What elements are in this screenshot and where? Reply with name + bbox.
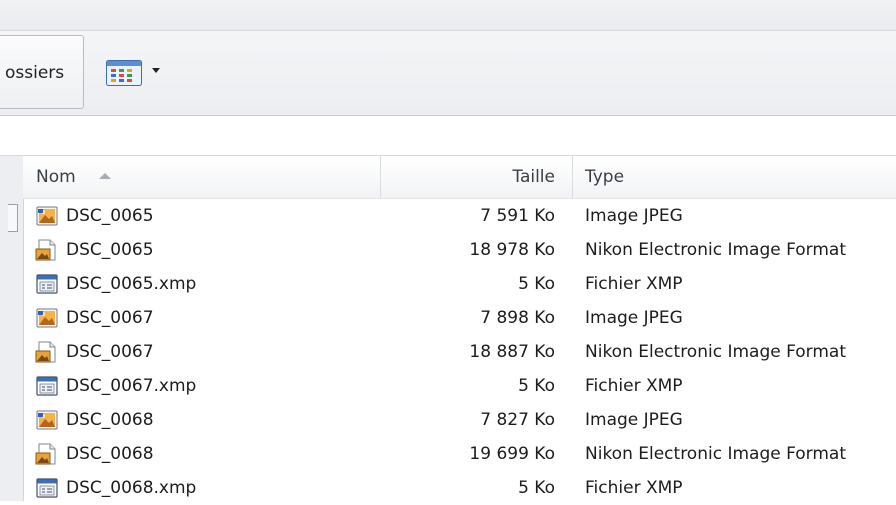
column-header-size-label: Taille bbox=[512, 167, 555, 187]
scroll-handle[interactable] bbox=[8, 204, 18, 232]
file-type: Fichier XMP bbox=[585, 274, 683, 294]
file-rows: DSC_0065 7 591 Ko Image JPEG DSC_0065 18 978… bbox=[23, 199, 896, 505]
column-header-type[interactable]: Type bbox=[585, 156, 624, 198]
file-name: DSC_0067 bbox=[66, 342, 154, 362]
toolbar: ossiers bbox=[0, 30, 896, 116]
xmp-file-icon bbox=[35, 272, 59, 296]
file-name: DSC_0065.xmp bbox=[66, 274, 197, 294]
column-header-type-label: Type bbox=[585, 167, 625, 187]
column-header-name-label: Nom bbox=[36, 167, 76, 187]
chevron-down-icon[interactable] bbox=[152, 68, 160, 73]
views-grid-icon bbox=[106, 60, 142, 86]
nef-file-icon bbox=[35, 340, 59, 364]
file-name: DSC_0067.xmp bbox=[66, 376, 197, 396]
file-type: Image JPEG bbox=[585, 308, 683, 328]
column-header-row: Nom Taille Type bbox=[23, 156, 896, 199]
nef-file-icon bbox=[35, 238, 59, 262]
file-name: DSC_0065 bbox=[66, 240, 154, 260]
column-header-name[interactable]: Nom bbox=[36, 156, 76, 198]
file-size: 19 699 Ko bbox=[469, 444, 555, 464]
change-view-button[interactable] bbox=[96, 42, 174, 98]
file-size: 7 898 Ko bbox=[480, 308, 555, 328]
file-size: 5 Ko bbox=[518, 376, 555, 396]
file-type: Nikon Electronic Image Format bbox=[585, 342, 847, 362]
jpeg-file-icon bbox=[35, 408, 59, 432]
file-size: 7 827 Ko bbox=[480, 410, 555, 430]
file-size: 7 591 Ko bbox=[480, 206, 555, 226]
file-name: DSC_0065 bbox=[66, 206, 154, 226]
file-row[interactable]: DSC_0065 7 591 Ko Image JPEG bbox=[23, 199, 896, 233]
file-size: 18 887 Ko bbox=[469, 342, 555, 362]
jpeg-file-icon bbox=[35, 306, 59, 330]
file-type: Nikon Electronic Image Format bbox=[585, 240, 847, 260]
file-name: DSC_0068 bbox=[66, 444, 154, 464]
file-row[interactable]: DSC_0067 18 887 Ko Nikon Electronic Image … bbox=[23, 335, 896, 369]
window-top-strip bbox=[0, 0, 896, 30]
file-type: Image JPEG bbox=[585, 206, 683, 226]
file-type: Image JPEG bbox=[585, 410, 683, 430]
file-row[interactable]: DSC_0065 18 978 Ko Nikon Electronic Image … bbox=[23, 233, 896, 267]
file-size: 5 Ko bbox=[518, 274, 555, 294]
file-name: DSC_0068 bbox=[66, 410, 154, 430]
file-size: 18 978 Ko bbox=[469, 240, 555, 260]
sort-ascending-icon bbox=[99, 173, 111, 179]
folders-button[interactable]: ossiers bbox=[0, 35, 84, 109]
folders-button-label: ossiers bbox=[5, 63, 65, 83]
jpeg-file-icon bbox=[35, 204, 59, 228]
file-row[interactable]: DSC_0068 19 699 Ko Nikon Electronic Image … bbox=[23, 437, 896, 471]
column-header-size[interactable]: Taille bbox=[493, 156, 555, 198]
column-divider[interactable] bbox=[380, 156, 381, 198]
file-name: DSC_0067 bbox=[66, 308, 154, 328]
column-divider[interactable] bbox=[572, 156, 573, 198]
file-type: Nikon Electronic Image Format bbox=[585, 444, 847, 464]
file-type: Fichier XMP bbox=[585, 376, 683, 396]
file-row[interactable]: DSC_0068 7 827 Ko Image JPEG bbox=[23, 403, 896, 437]
file-row[interactable]: DSC_0067 7 898 Ko Image JPEG bbox=[23, 301, 896, 335]
navigation-pane-edge bbox=[0, 156, 24, 501]
xmp-file-icon bbox=[35, 374, 59, 398]
xmp-file-icon bbox=[35, 476, 59, 500]
nef-file-icon bbox=[35, 442, 59, 466]
file-row[interactable]: DSC_0065.xmp 5 Ko Fichier XMP bbox=[23, 267, 896, 301]
file-list: Nom Taille Type DSC_0065 7 591 Ko Image JP… bbox=[0, 155, 896, 501]
file-row[interactable]: DSC_0067.xmp 5 Ko Fichier XMP bbox=[23, 369, 896, 403]
